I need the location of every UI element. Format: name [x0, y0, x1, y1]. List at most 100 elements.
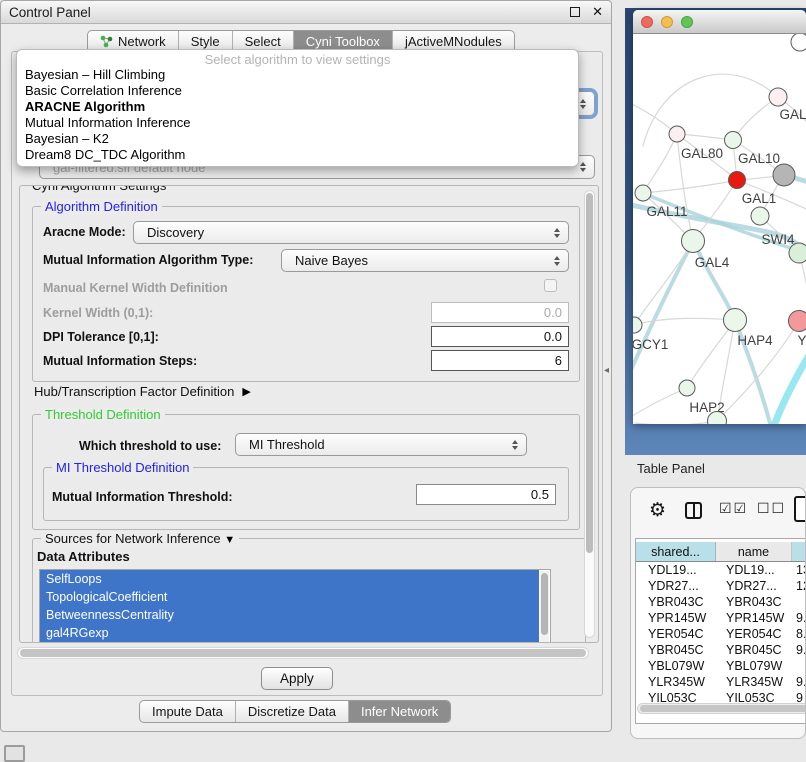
column-header-shared[interactable]: shared... — [636, 542, 716, 561]
algorithm-option[interactable]: Basic Correlation Inference — [17, 83, 578, 99]
data-attribute-item[interactable]: gal4RGexp — [40, 624, 539, 642]
which-threshold-label: Which threshold to use: — [79, 439, 221, 453]
node-label: Y — [797, 333, 806, 348]
algorithm-option[interactable]: ARACNE Algorithm — [17, 99, 578, 115]
table-row[interactable]: YBR045CYBR045C9. — [636, 642, 806, 658]
minimize-traffic-light-icon[interactable] — [661, 16, 673, 28]
gear-icon[interactable]: ⚙ — [649, 496, 666, 526]
data-attribute-item[interactable]: BetweennessCentrality — [40, 606, 539, 624]
table-row[interactable]: YER054CYER054C8. — [636, 626, 806, 642]
network-node-gal80[interactable] — [669, 126, 685, 142]
algorithm-definition-group: Algorithm Definition Aracne Mode: Discov… — [32, 206, 580, 382]
network-node[interactable] — [773, 164, 795, 186]
manual-kernel-checkbox[interactable] — [544, 279, 557, 292]
kernel-width-field[interactable]: 0.0 — [431, 302, 569, 323]
network-node-gal4[interactable] — [682, 230, 705, 253]
mi-type-combo[interactable]: Naive Bayes — [281, 249, 569, 272]
table-cell: YLR345W — [716, 674, 792, 690]
network-svg[interactable]: GAL80GALGAL10GAL1GAL11SWI4GAL4GCY1HAP4YH… — [633, 34, 806, 424]
close-icon[interactable]: ✕ — [592, 7, 603, 17]
node-label: SWI4 — [761, 232, 794, 247]
algorithm-option[interactable]: Bayesian – Hill Climbing — [17, 67, 578, 83]
network-node-hap2[interactable] — [679, 380, 695, 396]
node-table-body: YDL19...YDL19...13YDR27...YDR27...12YBR0… — [636, 562, 806, 706]
threshold-definition-title: Threshold Definition — [41, 407, 165, 422]
mi-type-label: Mutual Information Algorithm Type: — [43, 253, 253, 267]
tab-impute-data[interactable]: Impute Data — [140, 701, 236, 722]
network-node-y[interactable] — [789, 311, 806, 332]
network-node-gal1[interactable] — [729, 172, 746, 189]
float-window-icon[interactable] — [570, 7, 580, 17]
network-node[interactable] — [789, 243, 806, 263]
threshold-definition-group: Threshold Definition Which threshold to … — [32, 414, 580, 530]
table-horizontal-scrollbar[interactable] — [637, 703, 806, 714]
table-row[interactable]: YDR27...YDR27...12 — [636, 578, 806, 594]
network-node-gal[interactable] — [769, 88, 787, 106]
mi-threshold-field[interactable]: 0.5 — [416, 484, 556, 505]
combo-spinner-icon — [554, 256, 560, 266]
table-row[interactable]: YDL19...YDL19...13 — [636, 562, 806, 578]
column-header-name[interactable]: name — [716, 542, 792, 561]
algorithm-option[interactable]: Mutual Information Inference — [17, 115, 578, 131]
dpi-tolerance-label: DPI Tolerance [0,1]: — [43, 330, 159, 344]
node-label: GAL1 — [742, 191, 777, 206]
algorithm-popup: Select algorithm to view settings Bayesi… — [16, 49, 579, 167]
network-node-swi4[interactable] — [751, 207, 769, 225]
mi-type-value: Naive Bayes — [295, 253, 368, 268]
unchecked-checkboxes-icon[interactable]: ☐☐ — [757, 500, 786, 517]
network-node-gal10[interactable] — [725, 132, 742, 149]
network-node[interactable] — [791, 34, 806, 51]
table-cell: YDL19... — [636, 562, 716, 578]
aracne-mode-combo[interactable]: Discovery — [133, 221, 569, 244]
kernel-width-value: 0.0 — [544, 305, 562, 320]
network-node-hap4[interactable] — [724, 309, 747, 332]
settings-horizontal-scrollbar[interactable] — [17, 647, 589, 659]
table-row[interactable]: YBR043CYBR043C — [636, 594, 806, 610]
split-columns-icon[interactable] — [685, 502, 702, 519]
tab-infer-network-label: Infer Network — [361, 704, 438, 719]
collapsed-panel-icon[interactable] — [4, 745, 25, 762]
splitter-collapse-arrow-icon[interactable]: ◂ — [604, 365, 609, 376]
control-panel-title: Control Panel — [9, 5, 570, 20]
bottom-tabbar: Impute Data Discretize Data Infer Networ… — [139, 700, 451, 723]
combo-spinner-icon — [580, 162, 586, 172]
document-icon[interactable] — [794, 496, 806, 522]
dpi-tolerance-value: 0.0 — [544, 329, 562, 344]
table-cell: 13 — [792, 562, 806, 578]
mi-threshold-group: MI Threshold Definition Mutual Informati… — [43, 467, 569, 521]
tab-discretize-data[interactable]: Discretize Data — [236, 701, 349, 722]
attributes-scrollbar[interactable] — [540, 571, 549, 643]
tab-infer-network[interactable]: Infer Network — [349, 701, 450, 722]
table-cell: 9. — [792, 642, 806, 658]
which-threshold-combo[interactable]: MI Threshold — [235, 433, 527, 456]
apply-button[interactable]: Apply — [261, 667, 333, 690]
zoom-traffic-light-icon[interactable] — [681, 16, 693, 28]
settings-vertical-scrollbar[interactable] — [584, 190, 595, 638]
checked-checkboxes-icon[interactable]: ☑☑ — [719, 500, 748, 517]
table-cell: YBR045C — [636, 642, 716, 658]
network-node-gal11[interactable] — [635, 185, 651, 201]
data-attribute-item[interactable]: TopologicalCoefficient — [40, 588, 539, 606]
table-row[interactable]: YPR145WYPR145W9. — [636, 610, 806, 626]
collapse-down-icon[interactable]: ▼ — [224, 534, 235, 546]
close-traffic-light-icon[interactable] — [641, 16, 653, 28]
table-toolbar: ⚙ ☑☑ ☐☐ — [631, 494, 805, 530]
tab-cyni-toolbox-label: Cyni Toolbox — [306, 34, 380, 49]
mi-steps-field[interactable]: 6 — [431, 350, 569, 371]
algorithm-option[interactable]: Dream8 DC_TDC Algorithm — [17, 147, 578, 163]
table-row[interactable]: YLR345WYLR345W9. — [636, 674, 806, 690]
node-label: GCY1 — [633, 337, 668, 352]
sources-group-title: Sources for Network Inference ▼ — [41, 531, 239, 546]
network-node-gcy1[interactable] — [633, 317, 642, 333]
dpi-tolerance-field[interactable]: 0.0 — [431, 326, 569, 347]
hub-definition-toggle[interactable]: Hub/Transcription Factor Definition ▶ — [34, 384, 251, 399]
table-row[interactable]: YBL079WYBL079W — [636, 658, 806, 674]
control-panel-titlebar: Control Panel ✕ — [1, 1, 611, 24]
node-label: GAL4 — [695, 255, 730, 270]
algorithm-option[interactable]: Bayesian – K2 — [17, 131, 578, 147]
column-header-third[interactable]: A — [792, 542, 806, 561]
network-window: GAL80GALGAL10GAL1GAL11SWI4GAL4GCY1HAP4YH… — [633, 10, 806, 424]
node-label: GAL — [779, 107, 806, 122]
data-attribute-item[interactable]: SelfLoops — [40, 570, 539, 588]
table-cell: YDL19... — [716, 562, 792, 578]
